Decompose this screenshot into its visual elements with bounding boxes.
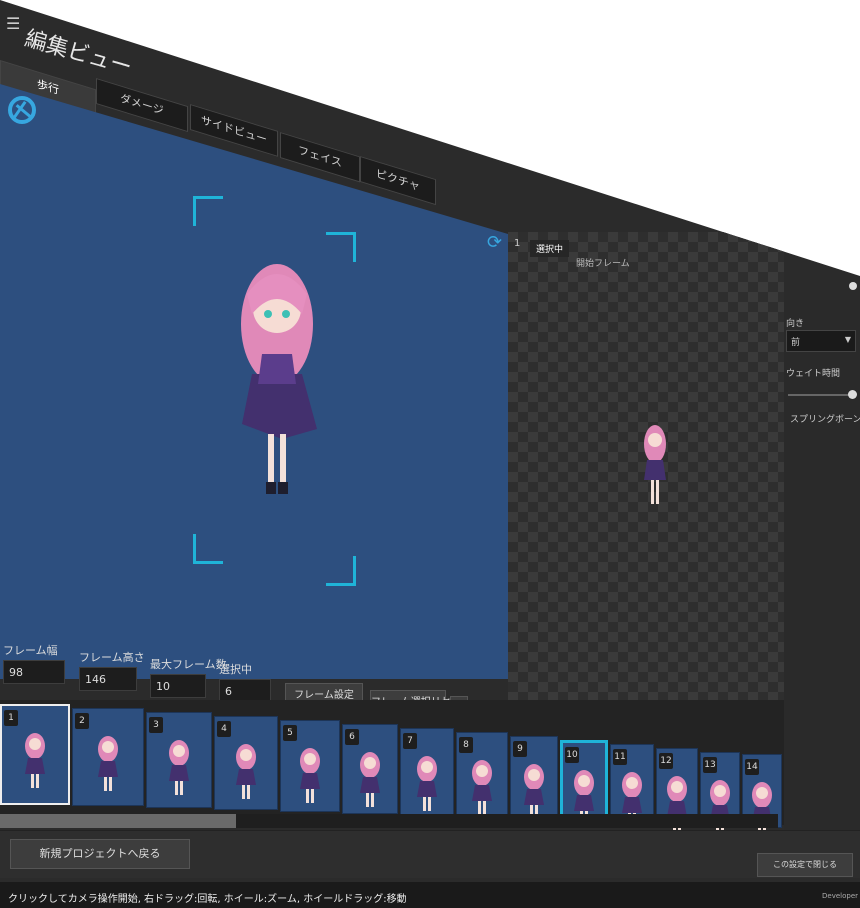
capture-frame-corner xyxy=(193,534,223,564)
frame-strip: 1 2 3 4 5 6 7 8 9 10 11 12 13 14 xyxy=(0,700,784,837)
frame-number: 8 xyxy=(459,737,473,753)
frame-thumbnail[interactable]: 6 xyxy=(342,724,398,814)
close-with-settings-button[interactable]: この設定で閉じる xyxy=(757,853,853,877)
frame-number: 9 xyxy=(513,741,527,757)
status-hint: クリックしてカメラ操作開始, 右ドラッグ:回転, ホイール:ズーム, ホイールド… xyxy=(8,894,407,905)
frame-character xyxy=(360,752,380,807)
frame-thumbnail[interactable]: 3 xyxy=(146,712,212,808)
frame-number: 4 xyxy=(217,721,231,737)
frame-thumbnail[interactable]: 5 xyxy=(280,720,340,812)
frame-thumbnail[interactable]: 4 xyxy=(214,716,278,810)
frame-number: 6 xyxy=(345,729,359,745)
bottom-bar: 新規プロジェクトへ戻る この設定で閉じる xyxy=(0,830,860,878)
frame-number: 14 xyxy=(745,759,759,775)
version-label: Developer Build xyxy=(822,892,860,900)
character-model xyxy=(241,264,317,494)
frame-width-label: フレーム幅 xyxy=(3,644,58,657)
frame-strip-scroll-thumb[interactable] xyxy=(0,814,236,828)
preview-tab-start-frame[interactable]: 開始フレーム xyxy=(570,254,636,271)
frame-number: 2 xyxy=(75,713,89,729)
wait-slider-track[interactable] xyxy=(788,394,854,396)
direction-value: 前 xyxy=(791,338,801,348)
frame-thumbnail[interactable]: 11 xyxy=(610,744,654,827)
frame-character xyxy=(300,748,320,803)
max-frames-input[interactable]: 10 xyxy=(150,674,206,698)
capture-frame-corner xyxy=(193,196,223,226)
capture-frame-corner xyxy=(326,556,356,586)
frame-thumbnail[interactable]: 1 xyxy=(0,704,70,805)
refresh-icon[interactable]: ⟳ xyxy=(487,232,502,253)
frame-character xyxy=(710,780,730,835)
panel-knob[interactable] xyxy=(849,282,857,290)
direction-select[interactable]: 前 ▼ xyxy=(786,330,856,352)
frame-character xyxy=(236,744,256,799)
frame-thumbnail[interactable]: 9 xyxy=(510,736,558,820)
frame-character xyxy=(25,733,45,788)
preview-character xyxy=(644,425,666,504)
preview-index: 1 xyxy=(514,238,521,249)
frame-number: 3 xyxy=(149,717,163,733)
frame-number: 13 xyxy=(703,757,717,773)
frame-number: 12 xyxy=(659,753,673,769)
spring-bone-toggle[interactable]: スプリングボーン有効 xyxy=(790,412,860,425)
frame-height-input[interactable]: 146 xyxy=(79,667,137,691)
frame-character xyxy=(524,764,544,819)
frame-number: 7 xyxy=(403,733,417,749)
camera-shutter-icon[interactable] xyxy=(8,96,36,124)
max-frames-label: 最大フレーム数 xyxy=(150,658,227,671)
back-to-new-project-button[interactable]: 新規プロジェクトへ戻る xyxy=(10,839,190,869)
status-bar: クリックしてカメラ操作開始, 右ドラッグ:回転, ホイール:ズーム, ホイールド… xyxy=(0,882,860,908)
frame-thumbnail-selected[interactable]: 10 xyxy=(560,740,608,825)
frame-thumbnail[interactable]: 8 xyxy=(456,732,508,818)
preview-tab-selected[interactable]: 選択中 xyxy=(530,240,570,257)
direction-label: 向き xyxy=(786,319,805,329)
frame-width-input[interactable]: 98 xyxy=(3,660,65,684)
frame-number: 1 xyxy=(4,710,18,726)
frame-number: 10 xyxy=(565,747,579,763)
wait-slider-handle[interactable] xyxy=(848,390,857,399)
chevron-down-icon: ▼ xyxy=(844,335,851,344)
frame-number: 11 xyxy=(613,749,627,765)
frame-character xyxy=(169,740,189,795)
wait-label: ウェイト時間 xyxy=(786,369,841,379)
frame-character xyxy=(417,756,437,811)
frame-thumbnail[interactable]: 2 xyxy=(72,708,144,806)
frame-character xyxy=(98,736,118,791)
window-header: ☰ 編集ビュー xyxy=(0,0,860,81)
frame-character xyxy=(472,760,492,815)
side-panel: 向き 前 ▼ ウェイト時間 スプリングボーン有効 xyxy=(784,300,860,840)
sprite-preview: 1 選択中 開始フレーム xyxy=(508,232,784,702)
frame-height-label: フレーム高さ xyxy=(79,651,145,664)
frame-thumbnail[interactable]: 7 xyxy=(400,728,454,816)
frame-number: 5 xyxy=(283,725,297,741)
hamburger-menu-icon[interactable]: ☰ xyxy=(6,14,20,33)
selected-label: 選択中 xyxy=(219,663,252,676)
capture-frame-corner xyxy=(326,232,356,262)
editor-window: ☰ 編集ビュー 歩行 ダメージ サイドビュー フェイス ピクチャ ⟳ 1 選択中… xyxy=(0,0,860,908)
